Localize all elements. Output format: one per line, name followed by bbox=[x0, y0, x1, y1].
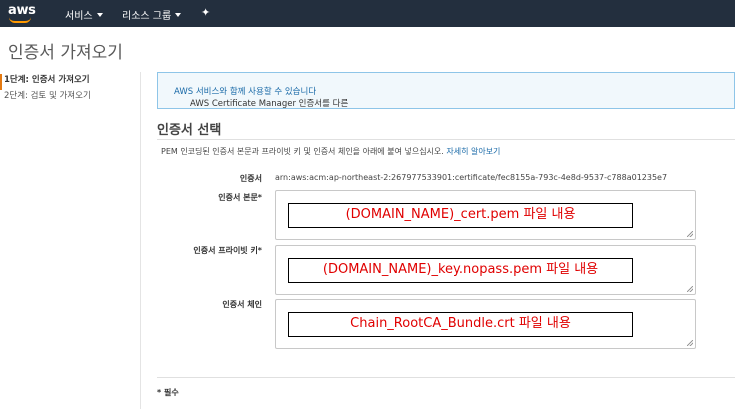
resource-groups-menu[interactable]: 리소스 그룹 bbox=[122, 7, 182, 22]
top-navigation-bar: aws 서비스 리소스 그룹 ✦ bbox=[0, 0, 735, 27]
info-text-suffix: . bbox=[190, 97, 193, 107]
private-key-annotation: (DOMAIN_NAME)_key.nopass.pem 파일 내용 bbox=[288, 258, 633, 283]
required-note: * 필수 bbox=[157, 388, 179, 397]
page-title: 인증서 가져오기 bbox=[8, 43, 123, 63]
private-key-label: 인증서 프라이빗 키* bbox=[193, 246, 262, 255]
info-alert: AWS Certificate Manager 인증서를 다른 AWS 서비스와… bbox=[157, 72, 735, 109]
certificate-chain-label: 인증서 체인 bbox=[222, 300, 262, 309]
certificate-arn-label: 인증서 bbox=[239, 174, 262, 183]
certificate-body-label: 인증서 본문* bbox=[218, 193, 262, 202]
aws-services-link[interactable]: AWS 서비스와 함께 사용할 수 있습니다 bbox=[174, 87, 316, 97]
section-divider bbox=[157, 139, 735, 140]
services-menu-label: 서비스 bbox=[65, 11, 93, 22]
certificate-arn-value: arn:aws:acm:ap-northeast-2:267977533901:… bbox=[275, 173, 668, 182]
resize-handle-icon[interactable] bbox=[687, 231, 693, 237]
section-description: PEM 인코딩된 인증서 본문과 프라이빗 키 및 인증서 체인을 아래에 붙여… bbox=[161, 146, 500, 157]
aws-logo-smile-icon bbox=[9, 17, 31, 23]
resource-groups-label: 리소스 그룹 bbox=[122, 11, 172, 22]
form-footer-divider bbox=[157, 377, 735, 378]
resize-handle-icon[interactable] bbox=[687, 340, 693, 346]
wizard-steps: 1단계: 인증서 가져오기 2단계: 검토 및 가져오기 bbox=[0, 74, 140, 106]
certificate-chain-annotation: Chain_RootCA_Bundle.crt 파일 내용 bbox=[288, 312, 633, 337]
resize-handle-icon[interactable] bbox=[687, 286, 693, 292]
step-import-certificate[interactable]: 1단계: 인증서 가져오기 bbox=[0, 74, 140, 90]
info-text-prefix: AWS Certificate Manager 인증서를 다른 bbox=[190, 99, 349, 109]
services-menu[interactable]: 서비스 bbox=[65, 7, 103, 22]
sidebar-divider bbox=[140, 72, 141, 409]
chevron-down-icon bbox=[96, 12, 103, 17]
pin-icon[interactable]: ✦ bbox=[201, 6, 210, 19]
step-review-and-import[interactable]: 2단계: 검토 및 가져오기 bbox=[0, 90, 140, 106]
learn-more-link[interactable]: 자세히 알아보기 bbox=[446, 147, 500, 156]
chevron-down-icon bbox=[175, 12, 182, 17]
certificate-body-annotation: (DOMAIN_NAME)_cert.pem 파일 내용 bbox=[288, 203, 633, 228]
section-title: 인증서 선택 bbox=[157, 123, 222, 138]
aws-logo[interactable]: aws bbox=[8, 3, 36, 18]
description-text: PEM 인코딩된 인증서 본문과 프라이빗 키 및 인증서 체인을 아래에 붙여… bbox=[161, 147, 447, 156]
info-text: AWS Certificate Manager 인증서를 다른 AWS 서비스와… bbox=[174, 85, 348, 109]
